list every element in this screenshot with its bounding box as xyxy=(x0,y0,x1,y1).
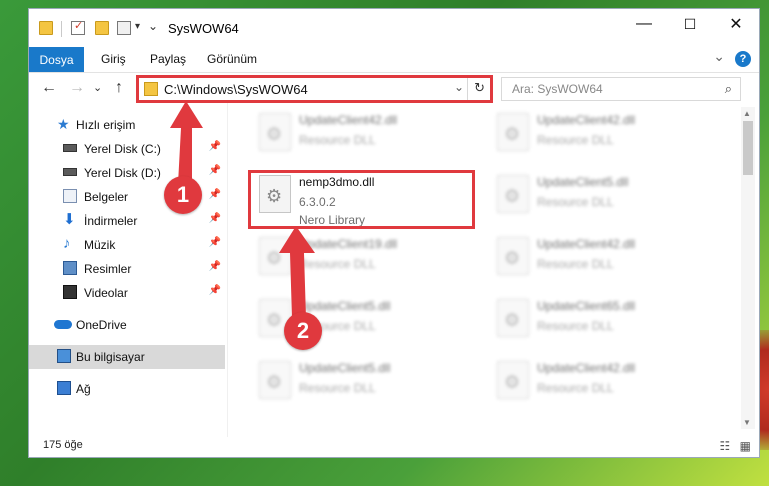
arrow-2-shape xyxy=(279,226,315,318)
step-badge-1: 1 xyxy=(164,176,202,214)
annotation-arrows xyxy=(170,101,315,318)
step-badge-2: 2 xyxy=(284,312,322,350)
arrow-1-shape xyxy=(170,101,203,184)
